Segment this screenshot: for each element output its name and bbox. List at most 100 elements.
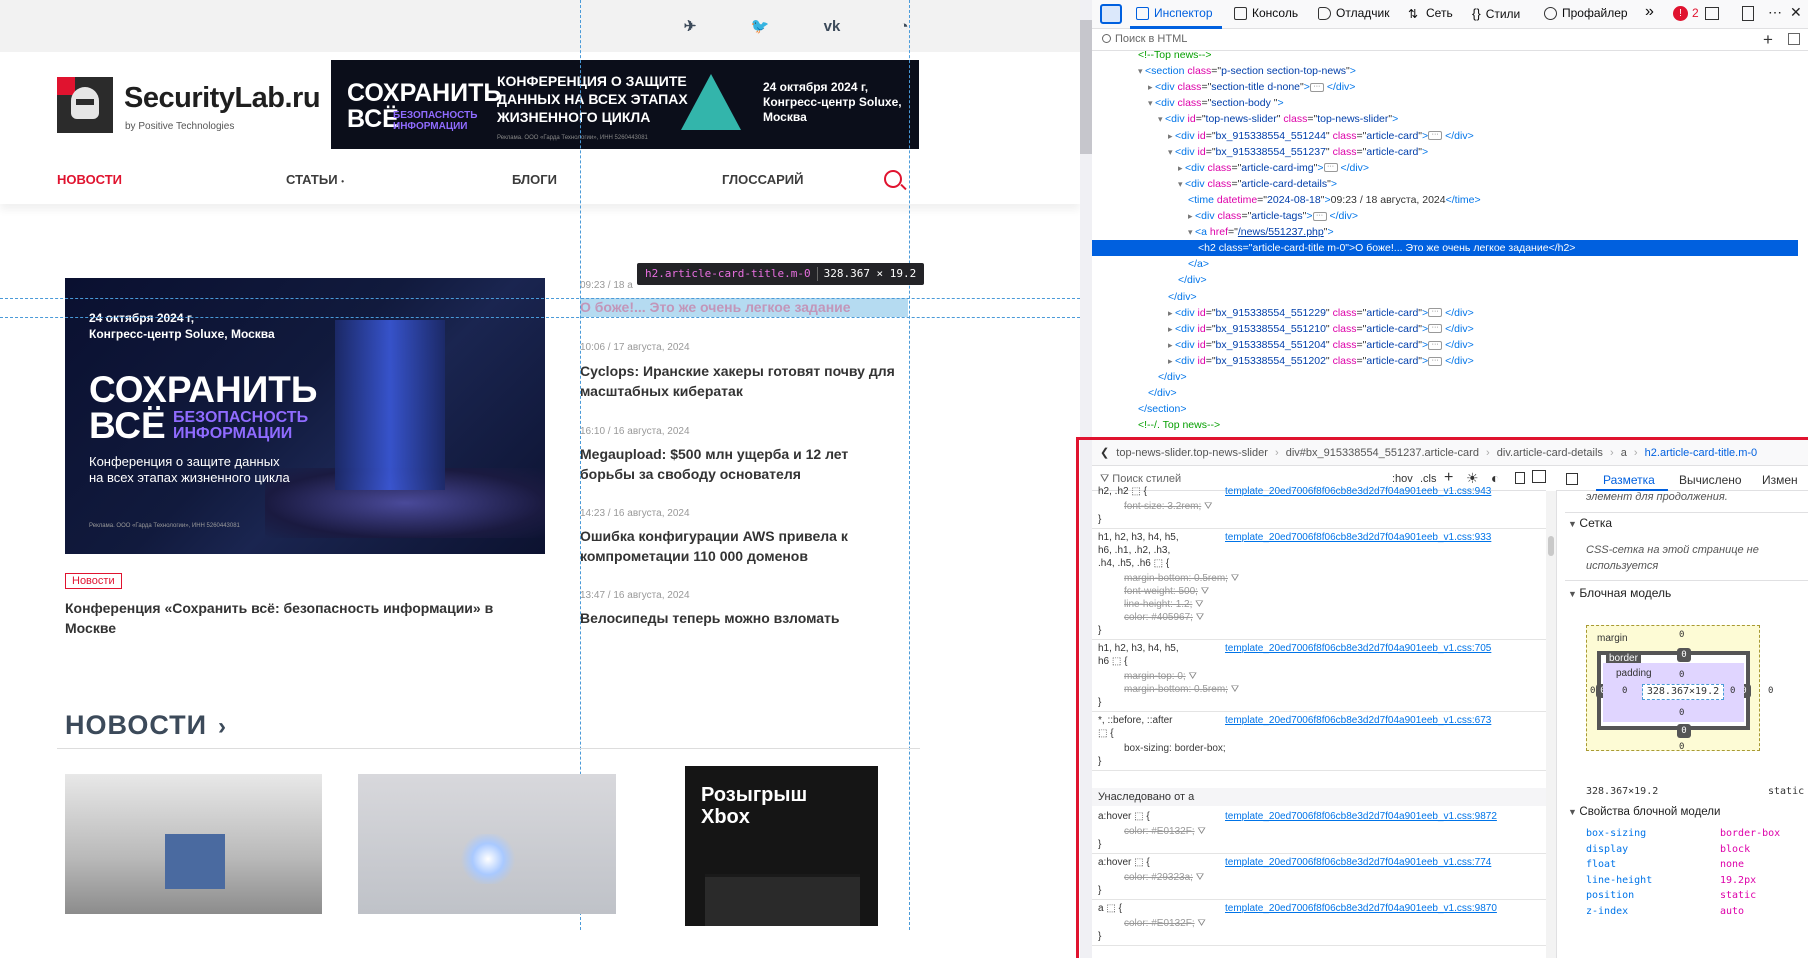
- padding-right-value[interactable]: 0: [1730, 686, 1735, 696]
- box-props-header[interactable]: ▼ Свойства блочной модели: [1568, 806, 1720, 818]
- markup-node[interactable]: ▸ <div class="section-title d-none"> ··· …: [1092, 79, 1798, 95]
- overflow-menu-icon[interactable]: ⋯: [1768, 4, 1782, 21]
- news-card-image[interactable]: [358, 774, 616, 914]
- tab-changes[interactable]: Измен: [1762, 473, 1798, 487]
- chevron-right-icon[interactable]: ›: [218, 713, 226, 741]
- nav-articles[interactable]: СТАТЬИ •: [286, 172, 344, 187]
- markup-node[interactable]: ▸ <div class="article-tags"> ··· </div>: [1092, 208, 1798, 224]
- markup-node[interactable]: </div>: [1092, 272, 1798, 288]
- padding-left-value[interactable]: 0: [1622, 686, 1627, 696]
- page-scrollbar-thumb[interactable]: [1080, 20, 1092, 154]
- markup-node[interactable]: ▾ <div class="section-body ">: [1092, 95, 1798, 111]
- breadcrumb-item[interactable]: a: [1621, 447, 1627, 459]
- markup-node[interactable]: ▸ <div id="bx_915338554_551204" class="a…: [1092, 337, 1798, 353]
- markup-node[interactable]: ▾ <div id="top-news-slider" class="top-n…: [1092, 111, 1798, 127]
- html-search-input[interactable]: Поиск в HTML: [1115, 33, 1187, 45]
- toggle-sidebar-icon[interactable]: [1532, 470, 1546, 483]
- tab-inspector[interactable]: Инспектор: [1136, 6, 1213, 20]
- tab-network[interactable]: ⇅ Сеть: [1408, 6, 1453, 21]
- sidebar-toggle-icon[interactable]: [1566, 473, 1578, 485]
- logo-icon[interactable]: [57, 77, 113, 133]
- tab-debugger[interactable]: Отладчик: [1318, 6, 1389, 20]
- markup-node[interactable]: ▾ <a href="/news/551237.php">: [1092, 224, 1798, 240]
- markup-node[interactable]: </div>: [1092, 385, 1798, 401]
- border-bottom-value[interactable]: 0: [1677, 724, 1691, 738]
- markup-node[interactable]: ▸ <div id="bx_915338554_551210" class="a…: [1092, 321, 1798, 337]
- news-card-image[interactable]: [65, 774, 322, 914]
- padding-bottom-value[interactable]: 0: [1679, 708, 1684, 718]
- cls-toggle[interactable]: .cls: [1420, 473, 1437, 485]
- hero-image[interactable]: 24 октября 2024 г, Конгресс-центр Soluxe…: [65, 278, 545, 554]
- breadcrumb-item[interactable]: top-news-slider.top-news-slider: [1116, 447, 1268, 459]
- banner-sub-text: БЕЗОПАСНОСТЬ ИНФОРМАЦИИ: [393, 110, 478, 132]
- markup-node[interactable]: </section>: [1092, 401, 1798, 417]
- markup-node[interactable]: ▾ <section class="p-section section-top-…: [1092, 63, 1798, 79]
- margin-right-value[interactable]: 0: [1768, 686, 1773, 696]
- markup-node[interactable]: ▾ <div class="article-card-details">: [1092, 176, 1798, 192]
- nav-glossary[interactable]: ГЛОССАРИЙ: [722, 172, 803, 187]
- news-title[interactable]: Megaupload: $500 млн ущерба и 12 лет бор…: [580, 444, 905, 484]
- tab-console[interactable]: Консоль: [1234, 6, 1298, 20]
- tab-computed[interactable]: Вычислено: [1679, 473, 1742, 487]
- rss-icon[interactable]: ◔: [894, 16, 914, 36]
- element-picker-icon[interactable]: [1100, 4, 1122, 24]
- news-title[interactable]: О боже!... Это же очень легкое задание: [580, 298, 905, 317]
- markup-node[interactable]: ▸ <div id="bx_915338554_551202" class="a…: [1092, 353, 1798, 369]
- error-count[interactable]: 2: [1692, 6, 1699, 20]
- dock-icon[interactable]: [1742, 6, 1754, 21]
- print-icon[interactable]: [1515, 472, 1525, 484]
- inspector-icon: [1136, 6, 1149, 20]
- rules-scrollbar-thumb[interactable]: [1548, 536, 1554, 556]
- markup-node[interactable]: <!--/. Top news-->: [1092, 417, 1798, 433]
- more-tabs-icon[interactable]: »: [1645, 3, 1654, 21]
- border-top-value[interactable]: 0: [1677, 648, 1691, 662]
- chevron-left-icon[interactable]: ❮: [1100, 447, 1109, 459]
- breadcrumb-item[interactable]: div.article-card-details: [1497, 447, 1603, 459]
- news-title[interactable]: Ошибка конфигурации AWS привела к компро…: [580, 526, 905, 566]
- tab-profiler[interactable]: Профайлер: [1544, 6, 1628, 20]
- box-model-content[interactable]: 328.367×19.2: [1642, 684, 1724, 700]
- nav-blogs[interactable]: БЛОГИ: [512, 172, 557, 187]
- vk-icon[interactable]: vk: [822, 16, 842, 36]
- close-icon[interactable]: ✕: [1790, 4, 1802, 21]
- xbox-promo-card[interactable]: Розыгрыш Xbox: [685, 766, 878, 926]
- markup-node[interactable]: <time datetime="2024-08-18">09:23 / 18 а…: [1092, 192, 1798, 208]
- markup-node[interactable]: ▸ <div class="article-card-img"> ··· </di…: [1092, 160, 1798, 176]
- grid-section-header[interactable]: ▼ Сетка: [1568, 516, 1612, 530]
- tab-styles[interactable]: {} Стили: [1472, 6, 1520, 21]
- markup-node[interactable]: </a>: [1092, 256, 1798, 272]
- hero-title[interactable]: Конференция «Сохранить всё: безопасность…: [65, 598, 525, 638]
- section-title[interactable]: НОВОСТИ: [65, 710, 207, 741]
- dark-theme-icon[interactable]: ◐: [1491, 470, 1499, 486]
- top-ad-banner[interactable]: СОХРАНИТЬ ВСЁ БЕЗОПАСНОСТЬ ИНФОРМАЦИИ КО…: [331, 60, 919, 149]
- news-title[interactable]: Cyclops: Иранские хакеры готовят почву д…: [580, 361, 905, 401]
- margin-left-value[interactable]: 0: [1590, 686, 1595, 696]
- chevron-right-icon: ▸: [1178, 162, 1186, 173]
- news-title[interactable]: Велосипеды теперь можно взломать: [580, 608, 905, 628]
- markup-node[interactable]: </div>: [1092, 369, 1798, 385]
- markup-node[interactable]: ▾ <div id="bx_915338554_551237" class="a…: [1092, 144, 1798, 160]
- hov-toggle[interactable]: :hov: [1392, 473, 1413, 485]
- nav-news[interactable]: НОВОСТИ: [57, 172, 122, 187]
- markup-node[interactable]: ▸ <div id="bx_915338554_551244" class="a…: [1092, 128, 1798, 144]
- padding-top-value[interactable]: 0: [1679, 670, 1684, 680]
- breadcrumb-item-active[interactable]: h2.article-card-title.m-0: [1645, 447, 1757, 459]
- search-icon[interactable]: [884, 170, 902, 188]
- logo-title[interactable]: SecurityLab.ru: [124, 82, 321, 115]
- error-icon[interactable]: !: [1673, 6, 1688, 21]
- markup-node[interactable]: ▸ <div id="bx_915338554_551229" class="a…: [1092, 305, 1798, 321]
- markup-node[interactable]: <!--Top news-->: [1092, 47, 1798, 63]
- responsive-icon[interactable]: [1705, 7, 1719, 20]
- markup-node[interactable]: </div>: [1092, 289, 1798, 305]
- margin-bottom-value[interactable]: 0: [1679, 742, 1684, 752]
- screenshot-node-icon[interactable]: [1788, 33, 1800, 45]
- rules-scrollbar[interactable]: [1546, 491, 1556, 958]
- tab-layout[interactable]: Разметка: [1603, 473, 1655, 487]
- margin-top-value[interactable]: 0: [1679, 630, 1684, 640]
- twitter-icon[interactable]: 🐦: [750, 16, 770, 36]
- markup-node-selected[interactable]: <h2 class="article-card-title m-0">О бож…: [1092, 240, 1798, 257]
- box-model-header[interactable]: ▼ Блочная модель: [1568, 586, 1671, 600]
- breadcrumb-item[interactable]: div#bx_915338554_551237.article-card: [1286, 447, 1479, 459]
- telegram-icon[interactable]: ✈: [680, 16, 700, 36]
- hero-tag[interactable]: Новости: [65, 573, 122, 589]
